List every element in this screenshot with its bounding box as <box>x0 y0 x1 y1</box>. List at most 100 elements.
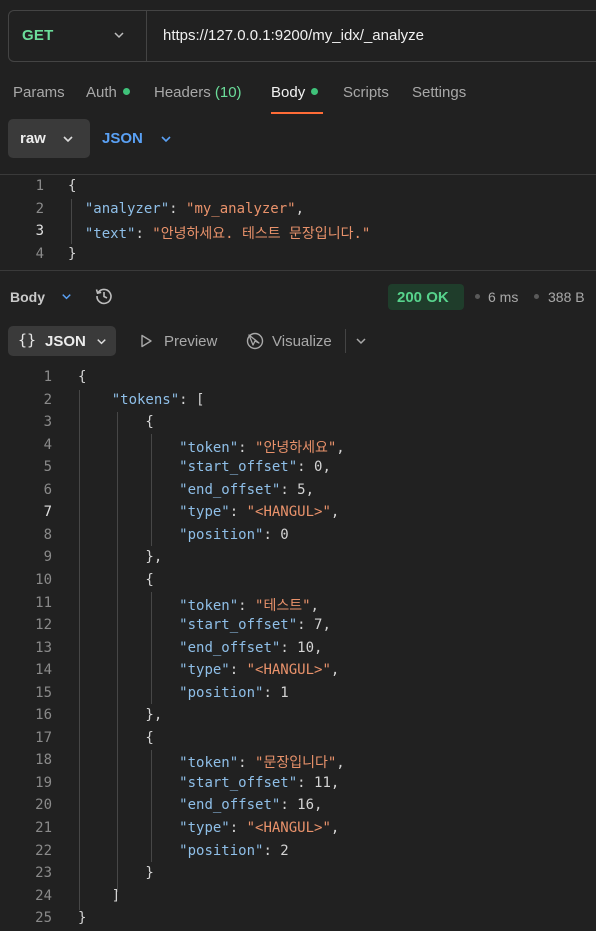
json-key: "token" <box>179 439 239 456</box>
indent-guide <box>71 199 72 244</box>
line-number: 5 <box>43 459 52 476</box>
json-token: } <box>68 245 77 262</box>
history-icon[interactable] <box>94 286 114 306</box>
line-number: 21 <box>35 820 52 836</box>
play-icon[interactable] <box>138 333 154 349</box>
code-line: { <box>78 369 86 385</box>
body-mode-select[interactable]: raw <box>8 119 90 158</box>
response-format-label: JSON <box>45 333 86 350</box>
visualize-icon[interactable] <box>245 331 265 351</box>
json-token: : 5, <box>280 481 315 498</box>
code-line: "position": 1 <box>78 685 289 701</box>
line-number: 1 <box>43 369 52 385</box>
code-line: }, <box>78 549 162 565</box>
line-number: 22 <box>35 842 52 859</box>
response-format-select[interactable]: {} JSON <box>8 326 116 356</box>
tab-label: Auth <box>86 84 117 101</box>
chevron-down-icon[interactable] <box>59 289 74 304</box>
line-number: 18 <box>35 752 52 769</box>
code-line: "start_offset": 7, <box>78 617 331 633</box>
json-key: "type" <box>179 504 230 521</box>
json-token: , <box>336 439 345 456</box>
json-token: }, <box>78 707 163 724</box>
json-token: : 0, <box>297 459 331 476</box>
json-key: "type" <box>179 662 230 679</box>
tab-headers[interactable]: Headers (10) <box>154 84 242 114</box>
code-line: "token": "테스트", <box>78 595 319 615</box>
line-number: 23 <box>35 865 52 882</box>
tab-scripts[interactable]: Scripts <box>343 84 389 114</box>
chevron-down-icon[interactable] <box>158 131 174 147</box>
code-line: ] <box>78 888 120 904</box>
json-token: : <box>238 755 256 772</box>
json-token: : 7, <box>297 617 331 634</box>
code-line: "position": 2 <box>78 843 289 859</box>
code-line: }, <box>78 707 162 723</box>
json-token: { <box>78 369 87 385</box>
preview-button[interactable]: Preview <box>164 333 217 350</box>
visualize-button[interactable]: Visualize <box>272 333 332 350</box>
active-tab-indicator <box>271 112 323 114</box>
json-token: , <box>330 504 340 521</box>
line-number: 8 <box>43 526 52 543</box>
json-key: "analyzer" <box>84 200 170 217</box>
url-bar: GET https://127.0.0.1:9200/my_idx/_analy… <box>8 10 596 62</box>
tab-auth[interactable]: Auth <box>86 84 130 114</box>
code-line: { <box>78 572 153 588</box>
json-key: "end_offset" <box>179 481 281 498</box>
line-number: 12 <box>35 617 52 634</box>
divider <box>0 174 596 175</box>
json-token: }, <box>78 549 163 566</box>
response-body-label[interactable]: Body <box>10 289 45 305</box>
code-line: "position": 0 <box>78 527 289 543</box>
tab-label: Settings <box>412 84 467 101</box>
tab-body[interactable]: Body <box>271 84 319 114</box>
divider <box>345 329 346 353</box>
tab-settings[interactable]: Settings <box>412 84 466 114</box>
line-number: 6 <box>43 481 52 498</box>
json-token: , <box>330 662 340 679</box>
json-key: "token" <box>179 597 239 614</box>
json-token: , <box>330 820 340 836</box>
json-key: "end_offset" <box>179 639 281 656</box>
chevron-down-icon[interactable] <box>353 333 369 349</box>
json-token: : 1 <box>263 684 289 701</box>
json-key: "text" <box>84 226 136 242</box>
body-format-select[interactable]: JSON <box>102 130 143 147</box>
tab-label: Body <box>271 84 306 101</box>
json-key: "start_offset" <box>179 617 298 634</box>
tab-params[interactable]: Params <box>13 84 65 114</box>
code-line: } <box>78 865 153 881</box>
code-line: { <box>78 414 154 431</box>
indent-guide <box>79 390 80 910</box>
json-token: { <box>78 414 154 431</box>
tab-label: Params <box>13 84 65 101</box>
chevron-down-icon <box>63 136 73 143</box>
url-input[interactable]: https://127.0.0.1:9200/my_idx/_analyze <box>163 27 424 44</box>
separator-dot <box>534 294 539 299</box>
json-token: : <box>229 662 247 679</box>
json-key: "position" <box>179 684 264 701</box>
line-number: 25 <box>35 910 52 927</box>
line-number: 24 <box>35 887 52 904</box>
method-select[interactable]: GET <box>9 11 147 61</box>
line-number: 4 <box>43 436 52 453</box>
indent-guide <box>151 592 152 704</box>
json-token: : 10, <box>280 639 323 656</box>
chevron-down-icon <box>114 32 124 39</box>
active-dot <box>122 88 130 95</box>
tab-label: Headers <box>154 84 211 101</box>
line-number: 20 <box>35 797 52 814</box>
response-size: 388 B <box>548 289 585 305</box>
code-line: "tokens": [ <box>78 392 205 408</box>
code-line: } <box>68 246 76 262</box>
json-key: "position" <box>179 526 264 543</box>
